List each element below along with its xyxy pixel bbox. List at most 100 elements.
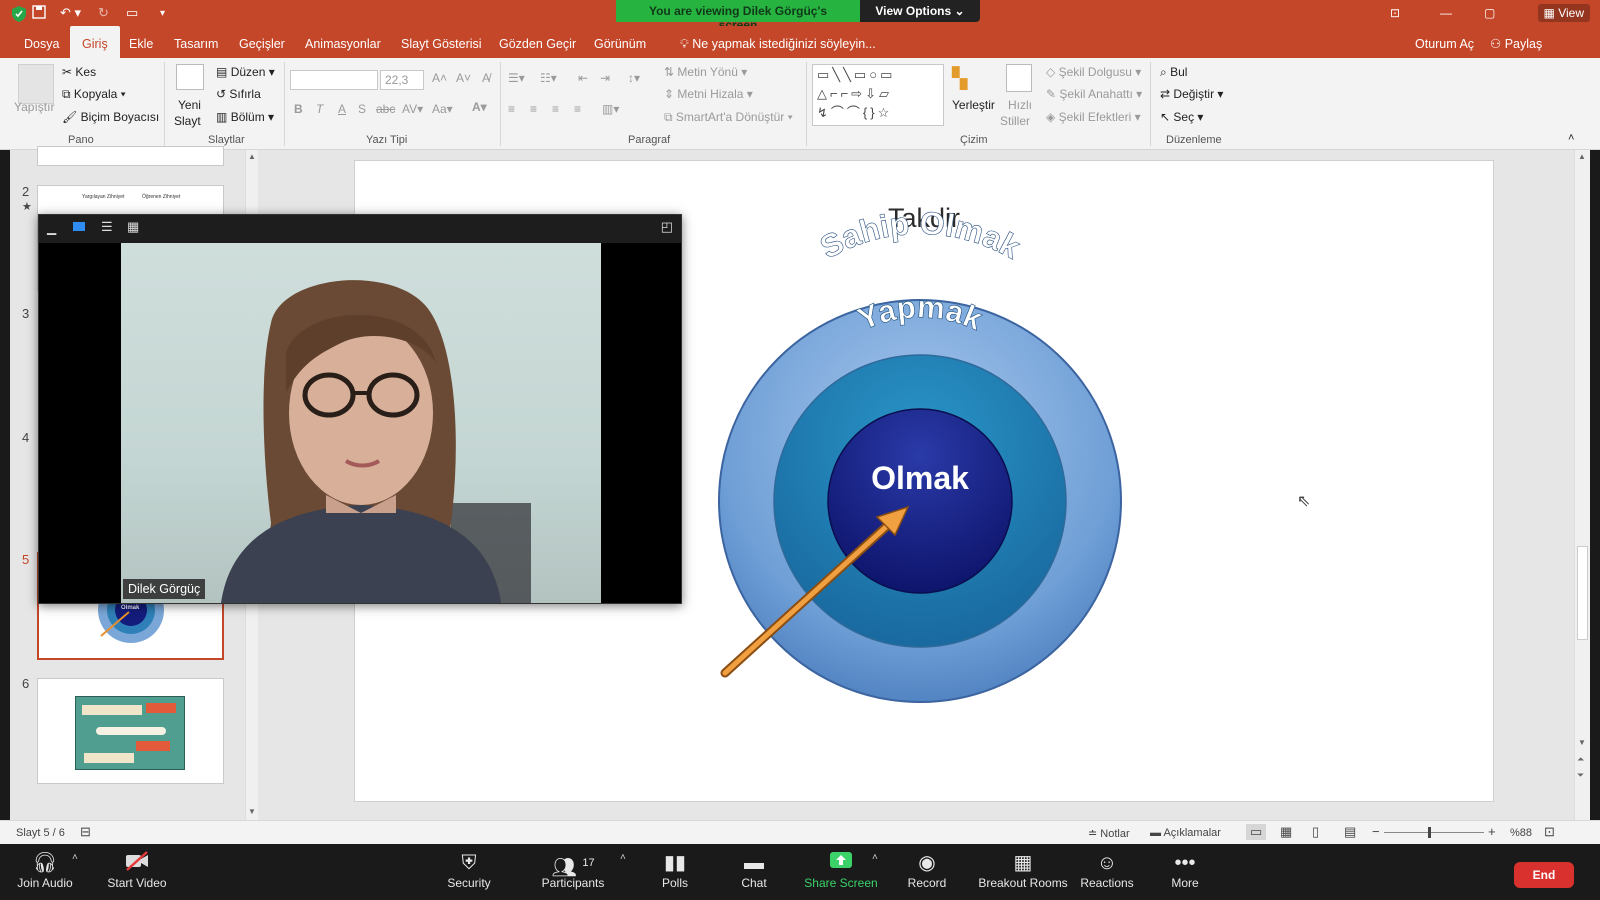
end-meeting-button[interactable]: End — [1514, 862, 1574, 888]
char-spacing-icon[interactable]: AV▾ — [402, 102, 423, 116]
replace-button[interactable]: ⇄ Değiştir ▾ — [1160, 87, 1223, 101]
copy-button[interactable]: ⧉ Kopyala ▾ — [62, 87, 126, 102]
zoom-slider[interactable] — [1384, 832, 1484, 833]
font-name-combo[interactable] — [290, 70, 378, 90]
scroll-down-icon[interactable]: ▼ — [248, 807, 256, 816]
new-slide-button-line2[interactable]: Slayt — [174, 114, 201, 128]
previous-slide-icon[interactable]: ⏶ — [1577, 754, 1584, 765]
clear-format-icon[interactable]: A̸ — [482, 71, 490, 85]
audio-options-chevron-icon[interactable]: ˄ — [72, 852, 78, 863]
comments-button[interactable]: ▬ Açıklamalar — [1150, 827, 1221, 839]
quick-styles-button-line2[interactable]: Stiller — [1000, 114, 1030, 128]
shape-outline-button[interactable]: ✎ Şekil Anahattı ▾ — [1046, 87, 1142, 101]
align-left-icon[interactable]: ≡ — [508, 102, 515, 116]
cut-button[interactable]: ✂ Kes — [62, 65, 96, 79]
customize-qat-icon[interactable]: ▾ — [160, 8, 165, 19]
bold-icon[interactable]: B — [294, 102, 303, 116]
slideshow-view-icon[interactable]: ▤ — [1344, 824, 1356, 840]
numbering-icon[interactable]: ☷▾ — [540, 71, 557, 85]
increase-indent-icon[interactable]: ⇥ — [600, 71, 610, 85]
save-icon[interactable] — [32, 5, 46, 22]
polls-button[interactable]: ▮▮ Polls — [630, 850, 720, 890]
strikethrough-icon[interactable]: abc — [376, 102, 395, 116]
sign-in-link[interactable]: Oturum Aç — [1415, 26, 1474, 58]
text-direction-button[interactable]: ⇅ Metin Yönü ▾ — [664, 65, 747, 79]
maximize-icon[interactable]: ▢ — [1484, 6, 1495, 20]
tab-gecisler[interactable]: Geçişler — [239, 26, 285, 58]
reactions-button[interactable]: ☺ Reactions — [1062, 850, 1152, 890]
minimize-video-icon[interactable]: ▁ — [47, 221, 56, 235]
minimize-icon[interactable]: — — [1440, 6, 1452, 20]
shrink-font-icon[interactable]: A˅ — [456, 71, 471, 85]
reading-view-icon[interactable]: ▯ — [1312, 824, 1319, 840]
line-spacing-icon[interactable]: ↕▾ — [628, 71, 640, 85]
font-size-combo[interactable]: 22,3 — [380, 70, 424, 90]
view-options-button[interactable]: View Options ⌄ — [860, 0, 980, 22]
paste-button[interactable]: Yapıştır — [14, 100, 54, 114]
chat-button[interactable]: ▬ Chat — [709, 850, 799, 890]
align-right-icon[interactable]: ≡ — [552, 102, 559, 116]
zoom-in-icon[interactable]: + — [1488, 824, 1496, 839]
section-button[interactable]: ▥ Bölüm ▾ — [216, 110, 274, 124]
tab-animasyonlar[interactable]: Animasyonlar — [305, 26, 381, 58]
slide-sorter-icon[interactable]: ▦ — [1280, 824, 1292, 840]
editor-scrollbar[interactable]: ▲ ▼ ⏶ ⏷ — [1574, 150, 1590, 820]
security-button[interactable]: ⛨ Security — [424, 850, 514, 890]
grow-font-icon[interactable]: A˄ — [432, 71, 447, 85]
change-case-icon[interactable]: Aa▾ — [432, 102, 453, 116]
scroll-up-icon[interactable]: ▲ — [248, 152, 256, 161]
exit-fullscreen-icon[interactable]: ◰ — [661, 219, 673, 235]
undo-icon[interactable]: ↶ ▾ — [60, 5, 81, 21]
layout-button[interactable]: ▤ Düzen ▾ — [216, 65, 275, 79]
font-color-icon[interactable]: A▾ — [472, 100, 487, 114]
columns-icon[interactable]: ▥▾ — [602, 102, 619, 116]
bullets-icon[interactable]: ☰▾ — [508, 71, 525, 85]
new-slide-button[interactable]: Yeni — [178, 98, 201, 112]
italic-icon[interactable]: T — [316, 102, 323, 116]
tell-me-box[interactable]: 💡︎ Ne yapmak istediğinizi söyleyin... — [680, 26, 876, 62]
ribbon-display-icon[interactable]: ⊡ — [1390, 6, 1400, 20]
tab-ekle[interactable]: Ekle — [129, 26, 153, 58]
zoom-slider-thumb[interactable] — [1428, 827, 1431, 838]
find-button[interactable]: ⌕ Bul — [1160, 65, 1187, 80]
normal-view-icon[interactable]: ▭ — [1246, 824, 1267, 840]
shape-fill-button[interactable]: ◇ Şekil Dolgusu ▾ — [1046, 65, 1141, 79]
more-button[interactable]: ••• More — [1140, 850, 1230, 890]
share-button[interactable]: ⚇ Paylaş — [1490, 26, 1542, 58]
format-painter-button[interactable]: 🖌︎ Biçim Boyacısı — [62, 110, 159, 124]
reset-button[interactable]: ↺ Sıfırla — [216, 87, 261, 101]
video-panel[interactable]: ▁ ☰ ▦ ◰ Dilek Görgüç — [38, 214, 682, 604]
tab-giris[interactable]: Giriş — [70, 26, 120, 58]
slide-thumbnail-6[interactable] — [37, 678, 224, 784]
share-options-chevron-icon[interactable]: ˄ — [872, 852, 878, 863]
redo-icon[interactable]: ↻ — [98, 5, 109, 21]
scroll-up-icon[interactable]: ▲ — [1578, 152, 1586, 161]
collapse-ribbon-icon[interactable]: ˄ — [1568, 132, 1574, 144]
fit-slide-icon[interactable]: ⊡ — [1544, 824, 1555, 840]
gallery-view-icon[interactable]: ▦ — [127, 219, 139, 235]
tab-gozden-gecir[interactable]: Gözden Geçir — [499, 26, 576, 58]
present-icon[interactable]: ▭ — [126, 5, 138, 21]
decrease-indent-icon[interactable]: ⇤ — [578, 71, 588, 85]
shapes-gallery[interactable]: ▭╲╲▭○▭ △⌐⌐⇨⇩▱ ↯⌒⌒{}☆ — [812, 64, 944, 126]
slide-thumbnail-1[interactable] — [37, 146, 224, 166]
speaker-view-icon[interactable] — [73, 222, 85, 231]
align-text-button[interactable]: ⇕ Metni Hizala ▾ — [664, 87, 753, 101]
quick-styles-button[interactable]: Hızlı — [1008, 98, 1032, 112]
spellcheck-icon[interactable]: ⊟ — [80, 824, 91, 840]
tab-tasarim[interactable]: Tasarım — [174, 26, 218, 58]
scroll-down-icon[interactable]: ▼ — [1578, 738, 1586, 747]
zoom-level[interactable]: %88 — [1510, 827, 1532, 839]
justify-icon[interactable]: ≡ — [574, 102, 581, 116]
shape-effects-button[interactable]: ◈ Şekil Efektleri ▾ — [1046, 110, 1141, 124]
tab-gorunum[interactable]: Görünüm — [594, 26, 646, 58]
underline-icon[interactable]: A — [338, 102, 346, 116]
strip-view-icon[interactable]: ☰ — [101, 219, 113, 235]
scroll-thumb[interactable] — [1577, 546, 1588, 640]
align-center-icon[interactable]: ≡ — [530, 102, 537, 116]
participants-chevron-icon[interactable]: ˄ — [620, 852, 626, 863]
view-button[interactable]: ▦ View — [1537, 4, 1590, 22]
tab-dosya[interactable]: Dosya — [24, 26, 59, 58]
tab-slayt-gosterisi[interactable]: Slayt Gösterisi — [401, 26, 482, 58]
shadow-icon[interactable]: S — [358, 102, 366, 116]
